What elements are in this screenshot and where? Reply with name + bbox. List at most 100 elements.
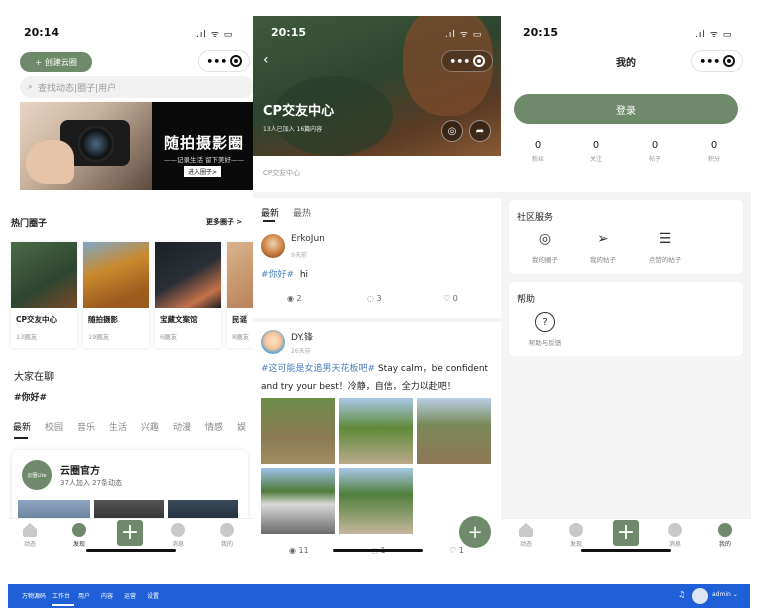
like-count[interactable]: ♡ 0: [443, 294, 458, 303]
create-circle-label: 创建云圈: [44, 57, 77, 67]
circle-meta: 13人已加入 16篇内容: [263, 126, 323, 133]
settings-icon[interactable]: ◎: [441, 120, 463, 142]
like-count[interactable]: ♡ 1: [449, 546, 464, 555]
login-button[interactable]: 登录: [514, 94, 738, 124]
chatting-hashtag[interactable]: #你好#: [14, 390, 47, 403]
close-mini-program-icon[interactable]: [472, 55, 485, 67]
liked-posts-item[interactable]: ☰ 点赞的帖子: [635, 230, 695, 264]
circle-card[interactable]: 民谣 8圈友: [227, 242, 253, 348]
publish-button[interactable]: +: [117, 520, 143, 546]
enter-circle-button[interactable]: 进入圈子>: [184, 166, 222, 177]
message-icon: [171, 523, 185, 537]
stat-label: 关注: [589, 156, 602, 163]
share-icon[interactable]: ➦: [469, 120, 491, 142]
admin-nav-content[interactable]: 内容: [101, 591, 113, 600]
circle-name: 随拍摄影: [88, 315, 118, 324]
tabbar-mine-label: 我的: [718, 541, 731, 548]
tab-latest[interactable]: 最新: [13, 420, 31, 433]
admin-nav-settings[interactable]: 设置: [147, 591, 159, 600]
post-photo[interactable]: [339, 398, 413, 464]
stat-label: 粉丝: [531, 156, 544, 163]
comment-count[interactable]: ◌ 3: [367, 294, 382, 303]
close-mini-program-icon[interactable]: [229, 55, 242, 67]
help-feedback-item[interactable]: ? 帮助与反馈: [515, 312, 575, 347]
tabbar-message[interactable]: 消息: [158, 523, 198, 548]
admin-nav-users[interactable]: 用户: [78, 591, 90, 600]
post-photo[interactable]: [417, 398, 491, 464]
admin-user-menu[interactable]: admin ⌄: [712, 591, 738, 598]
tab-entertainment[interactable]: 娱: [237, 420, 246, 433]
post-photo[interactable]: [261, 398, 335, 464]
official-avatar: 云圈Lite: [22, 460, 52, 490]
circle-card[interactable]: 随拍摄影 19圈友: [83, 242, 149, 348]
stat-posts[interactable]: 0 帖子: [630, 140, 680, 163]
circle-card[interactable]: CP交友中心 13圈友: [11, 242, 77, 348]
circle-cover: [83, 242, 149, 308]
tab-hottest[interactable]: 最热: [293, 206, 311, 219]
tabbar-home-label: 动态: [23, 541, 36, 548]
stat-value: 0: [534, 140, 542, 151]
more-icon[interactable]: •••: [449, 56, 470, 67]
tab-interest[interactable]: 兴趣: [141, 420, 159, 433]
stat-fans[interactable]: 0 粉丝: [513, 140, 563, 163]
admin-nav-operations[interactable]: 运营: [124, 591, 136, 600]
bell-icon[interactable]: ♫: [678, 590, 685, 599]
more-circles-link[interactable]: 更多圈子 >: [206, 217, 242, 227]
tabbar-home[interactable]: 动态: [10, 523, 50, 548]
avatar[interactable]: [261, 330, 285, 354]
stat-points[interactable]: 0 积分: [689, 140, 739, 163]
tab-underline: [14, 437, 28, 439]
more-icon[interactable]: •••: [206, 56, 227, 67]
circle-cover: [227, 242, 253, 308]
stat-following[interactable]: 0 关注: [571, 140, 621, 163]
publish-button[interactable]: +: [613, 520, 639, 546]
circle-card[interactable]: 宝藏文案馆 6圈友: [155, 242, 221, 348]
post-photo[interactable]: [339, 468, 413, 534]
avatar[interactable]: [692, 588, 708, 604]
hot-circles-title: 热门圈子: [11, 219, 48, 229]
mini-program-capsule[interactable]: •••: [691, 50, 743, 72]
official-meta: 37人加入 27条动态: [60, 479, 123, 487]
close-mini-program-icon[interactable]: [722, 55, 735, 67]
post-hashtag[interactable]: #你好#: [261, 270, 294, 280]
photography-banner[interactable]: 随拍摄影圈 ——记录生活 留下美好—— 进入圈子>: [20, 102, 253, 190]
more-icon[interactable]: •••: [699, 56, 720, 67]
tab-life[interactable]: 生活: [109, 420, 127, 433]
tabbar-discover[interactable]: 发现: [59, 523, 99, 548]
tabbar-mine[interactable]: 我的: [207, 523, 247, 548]
admin-nav-workbench[interactable]: 工作台: [52, 591, 70, 600]
avatar[interactable]: [261, 234, 285, 258]
banner-photo: [20, 102, 152, 190]
post-card[interactable]: 最新 最热 ErkoJun 9天前 #你好# hi ◉ 2 ◌ 3 ♡ 0: [253, 198, 501, 318]
tab-emotion[interactable]: 情感: [205, 420, 223, 433]
post-author[interactable]: DY.锋: [291, 330, 313, 343]
post-photo[interactable]: [261, 468, 335, 534]
my-posts-item[interactable]: ➢ 我的帖子: [573, 230, 633, 264]
post-author[interactable]: ErkoJun: [291, 234, 325, 244]
tab-campus[interactable]: 校园: [45, 420, 63, 433]
tabbar-message[interactable]: 消息: [655, 523, 695, 548]
home-indicator: [333, 549, 423, 552]
post-hashtag[interactable]: #这可能是女追男天花板吧#: [261, 364, 375, 374]
tabbar-discover-label: 发现: [569, 541, 582, 548]
search-input[interactable]: ⌕ 查找动态|圈子|用户: [20, 76, 253, 98]
mini-program-capsule[interactable]: •••: [198, 50, 250, 72]
back-icon[interactable]: ‹: [263, 52, 269, 68]
phone-profile-screen: 20:15 .ıl ᯤ ▭ 我的 ••• 登录 0 粉丝 0 关注 0 帖子 0: [501, 16, 751, 556]
create-circle-button[interactable]: + 创建云圈: [20, 52, 92, 72]
tab-anime[interactable]: 动漫: [173, 420, 191, 433]
tabbar-home[interactable]: 动态: [506, 523, 546, 548]
circle-name: 宝藏文案馆: [160, 315, 198, 324]
my-circles-item[interactable]: ◎ 我的圈子: [515, 230, 575, 264]
admin-brand[interactable]: 万物源码: [22, 591, 46, 600]
stat-value: 0: [710, 140, 718, 151]
mini-program-capsule[interactable]: •••: [441, 50, 493, 72]
status-time: 20:15: [271, 26, 307, 39]
tabbar-discover[interactable]: 发现: [556, 523, 596, 548]
tabbar-mine[interactable]: 我的: [705, 523, 745, 548]
liked-posts-label: 点赞的帖子: [648, 256, 682, 264]
tab-music[interactable]: 音乐: [77, 420, 95, 433]
like-count-value: 1: [458, 546, 464, 555]
publish-post-button[interactable]: +: [459, 516, 491, 548]
tab-latest[interactable]: 最新: [261, 206, 279, 219]
